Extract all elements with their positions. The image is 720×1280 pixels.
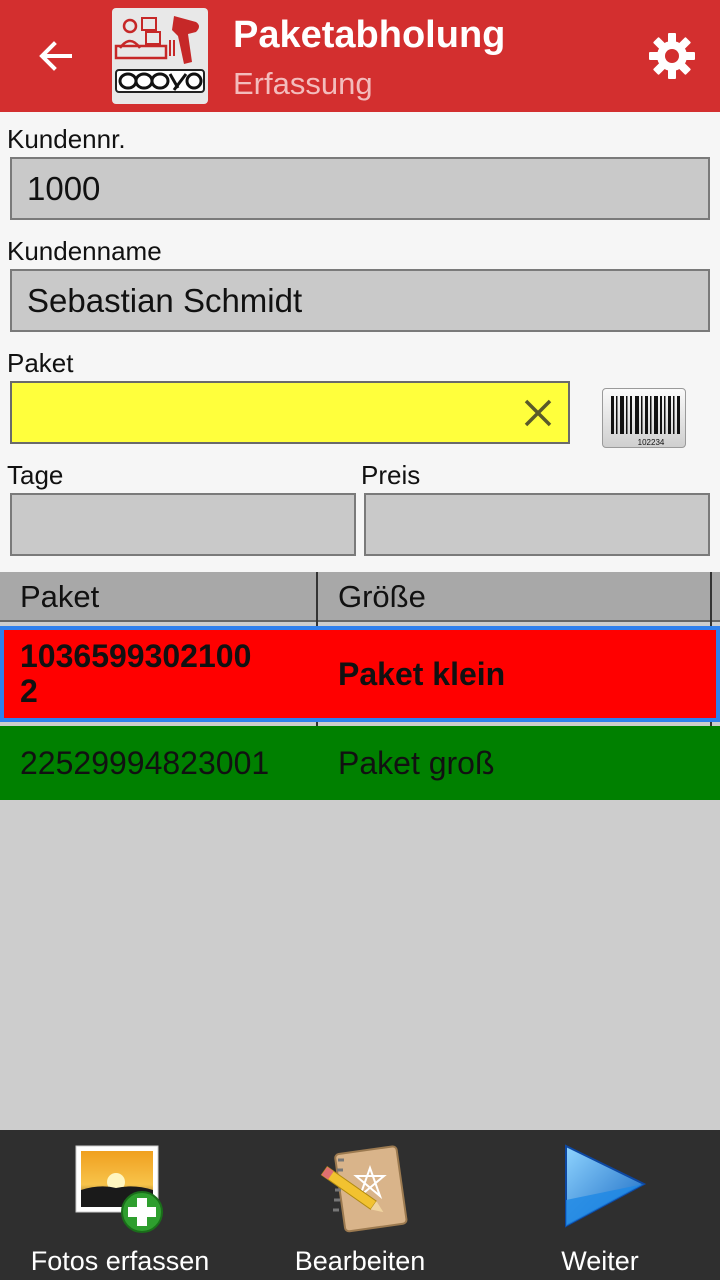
- app-bar: Paketabholung Erfassung: [0, 0, 720, 112]
- paket-input[interactable]: [10, 381, 570, 444]
- photo-add-icon: [75, 1145, 163, 1233]
- column-header-paket[interactable]: Paket: [0, 572, 316, 622]
- preis-label: Preis: [361, 460, 421, 490]
- column-header-groesse[interactable]: Größe: [318, 572, 710, 622]
- clear-x-icon[interactable]: [518, 393, 558, 433]
- tage-label: Tage: [7, 460, 64, 490]
- kundenname-label: Kundenname: [7, 236, 162, 266]
- settings-button[interactable]: [646, 30, 698, 82]
- bottom-action-bar: Fotos erfassen Bearbeiten Weiter: [0, 1130, 720, 1280]
- kundenname-field[interactable]: Sebastian Schmidt: [10, 269, 710, 332]
- preis-field[interactable]: [364, 493, 710, 556]
- app-logo: [112, 8, 208, 104]
- page-title: Paketabholung: [233, 14, 506, 56]
- fotos-erfassen-button[interactable]: Fotos erfassen: [0, 1130, 240, 1280]
- paket-label: Paket: [7, 348, 74, 378]
- kundennr-field[interactable]: 1000: [10, 157, 710, 220]
- fotos-erfassen-label: Fotos erfassen: [30, 1246, 210, 1276]
- table-header: Paket Größe: [0, 572, 720, 622]
- page-subtitle: Erfassung: [233, 66, 373, 101]
- bearbeiten-button[interactable]: Bearbeiten: [240, 1130, 480, 1280]
- arrow-left-icon: [39, 41, 72, 71]
- table-cell-paket: 1036599302100 2: [20, 638, 252, 709]
- table-cell-groesse: Paket groß: [338, 744, 495, 781]
- notebook-pencil-icon: [320, 1145, 408, 1233]
- back-button[interactable]: [28, 26, 84, 86]
- play-forward-icon: [565, 1144, 647, 1228]
- weiter-button[interactable]: Weiter: [480, 1130, 720, 1280]
- barcode-number: 102234: [638, 438, 665, 447]
- table-cell-paket: 22529994823001: [20, 744, 270, 781]
- bearbeiten-label: Bearbeiten: [294, 1246, 426, 1276]
- tage-field[interactable]: [10, 493, 356, 556]
- table-cell-groesse: Paket klein: [338, 655, 506, 692]
- table-row[interactable]: 22529994823001 Paket groß: [0, 726, 720, 800]
- kundennr-label: Kundennr.: [7, 124, 126, 154]
- table-row[interactable]: 1036599302100 2 Paket klein: [0, 626, 720, 722]
- barcode-icon: 102234: [611, 396, 680, 447]
- weiter-label: Weiter: [561, 1246, 639, 1276]
- gear-icon: [649, 33, 695, 79]
- package-table: Paket Größe 1036599302100 2 Paket klein …: [0, 572, 720, 1130]
- barcode-scan-button[interactable]: 102234: [602, 388, 686, 448]
